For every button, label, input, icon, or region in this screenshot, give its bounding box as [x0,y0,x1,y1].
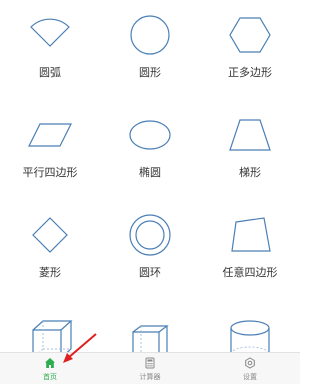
shape-label: 圆环 [139,266,161,279]
shape-item-circle[interactable]: 圆形 [100,0,200,96]
shape-item-ellipse[interactable]: 椭圆 [100,100,200,196]
shape-grid: 圆弧 圆形 正多边形 平行四边形 椭圆 梯形 菱形 圆环 任意四边形 [0,0,300,352]
shape-label: 任意四边形 [222,266,278,279]
cylinder-icon [230,320,270,352]
shape-label: 椭圆 [139,166,161,179]
tab-calculator[interactable]: 计算器 [100,353,200,385]
shape-label: 平行四边形 [22,166,78,179]
cuboid-icon [132,325,169,352]
tab-settings[interactable]: 设置 [200,353,300,385]
tab-label: 计算器 [139,373,161,381]
shape-item-ring[interactable]: 圆环 [100,200,200,296]
red-arrow-annotation [63,333,97,363]
shape-label: 圆形 [139,66,161,79]
calculator-icon [145,357,155,369]
circle-icon [130,15,170,55]
tab-label: 设置 [243,373,257,381]
shape-label: 正多边形 [228,66,272,79]
shape-item-trapezoid[interactable]: 梯形 [200,100,300,196]
shape-item-parallelogram[interactable]: 平行四边形 [0,100,100,196]
ellipse-icon [129,120,171,150]
quadrilateral-icon [231,217,271,252]
hexagon-icon [229,17,271,53]
bottom-tab-bar: 首页 计算器 设置 [0,352,300,384]
parallelogram-icon [28,123,72,147]
shape-item-arc[interactable]: 圆弧 [0,0,100,96]
shape-label: 梯形 [239,166,261,179]
shape-item-regular-polygon[interactable]: 正多边形 [200,0,300,96]
shape-item-quadrilateral[interactable]: 任意四边形 [200,200,300,296]
rhombus-icon [32,217,68,253]
settings-icon [245,357,255,369]
trapezoid-icon [229,119,271,151]
home-icon [45,358,55,368]
shape-item-cuboid[interactable] [100,300,200,352]
shape-item-cylinder[interactable] [200,300,300,352]
tab-label: 首页 [43,373,57,381]
shape-label: 菱形 [39,266,61,279]
shape-item-rhombus[interactable]: 菱形 [0,200,100,296]
shape-label: 圆弧 [39,66,61,79]
arc-sector-icon [30,18,70,47]
ring-icon [129,214,171,256]
